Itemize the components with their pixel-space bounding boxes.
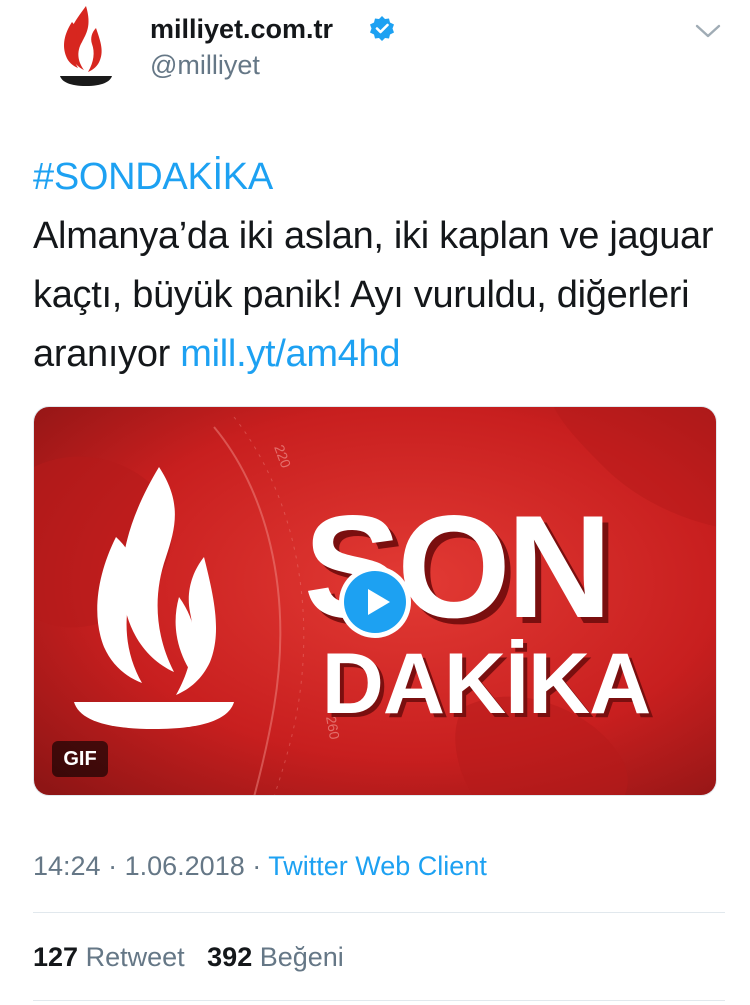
tweet-time: 14:24 [33, 851, 101, 881]
separator: · [108, 851, 118, 881]
like-stat[interactable]: 392 Beğeni [207, 942, 344, 972]
hashtag-link[interactable]: #SONDAKİKA [33, 156, 273, 198]
account-handle[interactable]: @milliyet [150, 50, 260, 81]
client-link[interactable]: Twitter Web Client [268, 851, 487, 881]
retweet-count: 127 [33, 942, 79, 972]
short-link[interactable]: mill.yt/am4hd [180, 333, 400, 375]
like-label: Beğeni [259, 942, 344, 972]
like-count: 392 [207, 942, 253, 972]
separator: · [252, 851, 262, 881]
divider [33, 1000, 725, 1001]
play-button[interactable] [337, 564, 413, 640]
avatar[interactable] [38, 0, 134, 96]
chevron-down-icon[interactable] [693, 20, 723, 42]
divider [33, 912, 725, 913]
tweet-meta: 14:24 · 1.06.2018 · Twitter Web Client [33, 851, 487, 882]
display-name[interactable]: milliyet.com.tr [150, 14, 333, 45]
retweet-stat[interactable]: 127 Retweet [33, 942, 185, 972]
milliyet-flame-logo-icon [60, 6, 112, 86]
tweet-stats: 127 Retweet 392 Beğeni [33, 942, 344, 973]
retweet-label: Retweet [85, 942, 185, 972]
play-icon [339, 566, 411, 638]
dakika-text: DAKİKA [322, 636, 650, 732]
tweet-text: #SONDAKİKA Almanya’da iki aslan, iki kap… [33, 148, 723, 384]
tweet-date: 1.06.2018 [124, 851, 245, 881]
verified-badge-icon [368, 15, 396, 43]
gif-badge: GIF [52, 741, 108, 777]
